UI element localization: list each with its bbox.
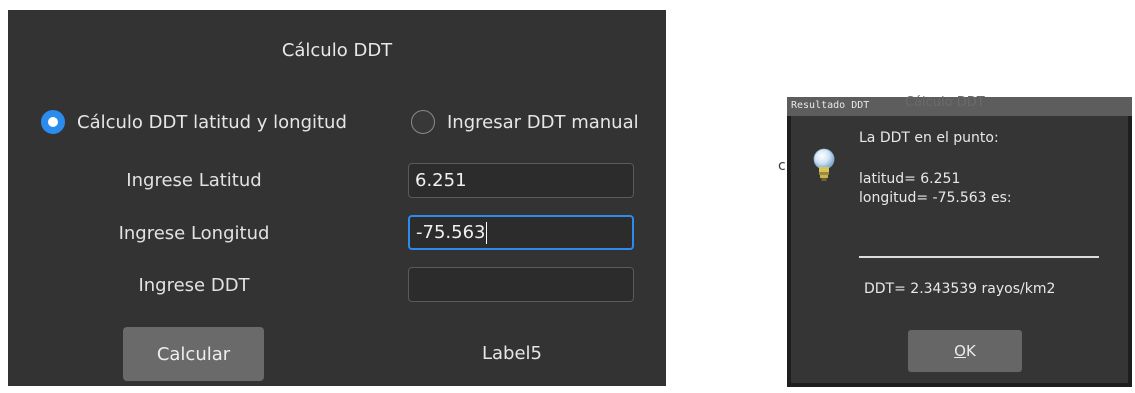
longitude-value: -75.563 bbox=[416, 222, 486, 243]
result-dialog: Resultado DDT Cálculo DDT La DDT en el p… bbox=[787, 95, 1132, 387]
radio-latlon-label: Cálculo DDT latitud y longitud bbox=[77, 111, 347, 133]
ddt-label: Ingrese DDT bbox=[138, 275, 250, 296]
result-label: Label5 bbox=[482, 343, 543, 364]
dialog-body: La DDT en el punto: latitud= 6.251 longi… bbox=[791, 116, 1128, 383]
calculate-button[interactable]: Calcular bbox=[123, 327, 264, 381]
radio-latlon-option[interactable]: Cálculo DDT latitud y longitud bbox=[41, 110, 347, 134]
ok-mnemonic: O bbox=[954, 342, 966, 360]
latitude-label: Ingrese Latitud bbox=[126, 170, 262, 191]
longitude-label: Ingrese Longitud bbox=[118, 223, 270, 244]
dialog-titlebar[interactable]: Resultado DDT Cálculo DDT bbox=[787, 95, 1132, 116]
ok-button[interactable]: OK bbox=[908, 330, 1022, 372]
longitude-input[interactable]: -75.563 bbox=[408, 215, 634, 250]
ddt-input[interactable] bbox=[408, 267, 634, 302]
dialog-title: Resultado DDT bbox=[791, 100, 870, 111]
latitude-input[interactable] bbox=[408, 163, 634, 198]
radio-selected-icon[interactable] bbox=[41, 110, 65, 134]
window-title: Cálculo DDT bbox=[281, 40, 393, 61]
dialog-ddt-result: DDT= 2.343539 rayos/km2 bbox=[864, 281, 1056, 297]
dialog-latitude: latitud= 6.251 bbox=[859, 171, 961, 187]
dialog-separator bbox=[859, 256, 1099, 258]
radio-manual-option[interactable]: Ingresar DDT manual bbox=[411, 110, 639, 134]
ok-label-rest: K bbox=[965, 342, 976, 360]
dialog-heading: La DDT en el punto: bbox=[859, 130, 999, 146]
radio-manual-label: Ingresar DDT manual bbox=[447, 111, 639, 133]
radio-unselected-icon[interactable] bbox=[411, 110, 435, 134]
lightbulb-icon bbox=[813, 148, 835, 181]
background-window-fragment: c bbox=[778, 158, 786, 174]
dialog-longitude: longitud= -75.563 es: bbox=[859, 190, 1012, 206]
text-caret bbox=[486, 222, 488, 244]
background-window-title: Cálculo DDT bbox=[905, 95, 985, 110]
ddt-calculation-window: Cálculo DDT Cálculo DDT latitud y longit… bbox=[8, 10, 666, 386]
